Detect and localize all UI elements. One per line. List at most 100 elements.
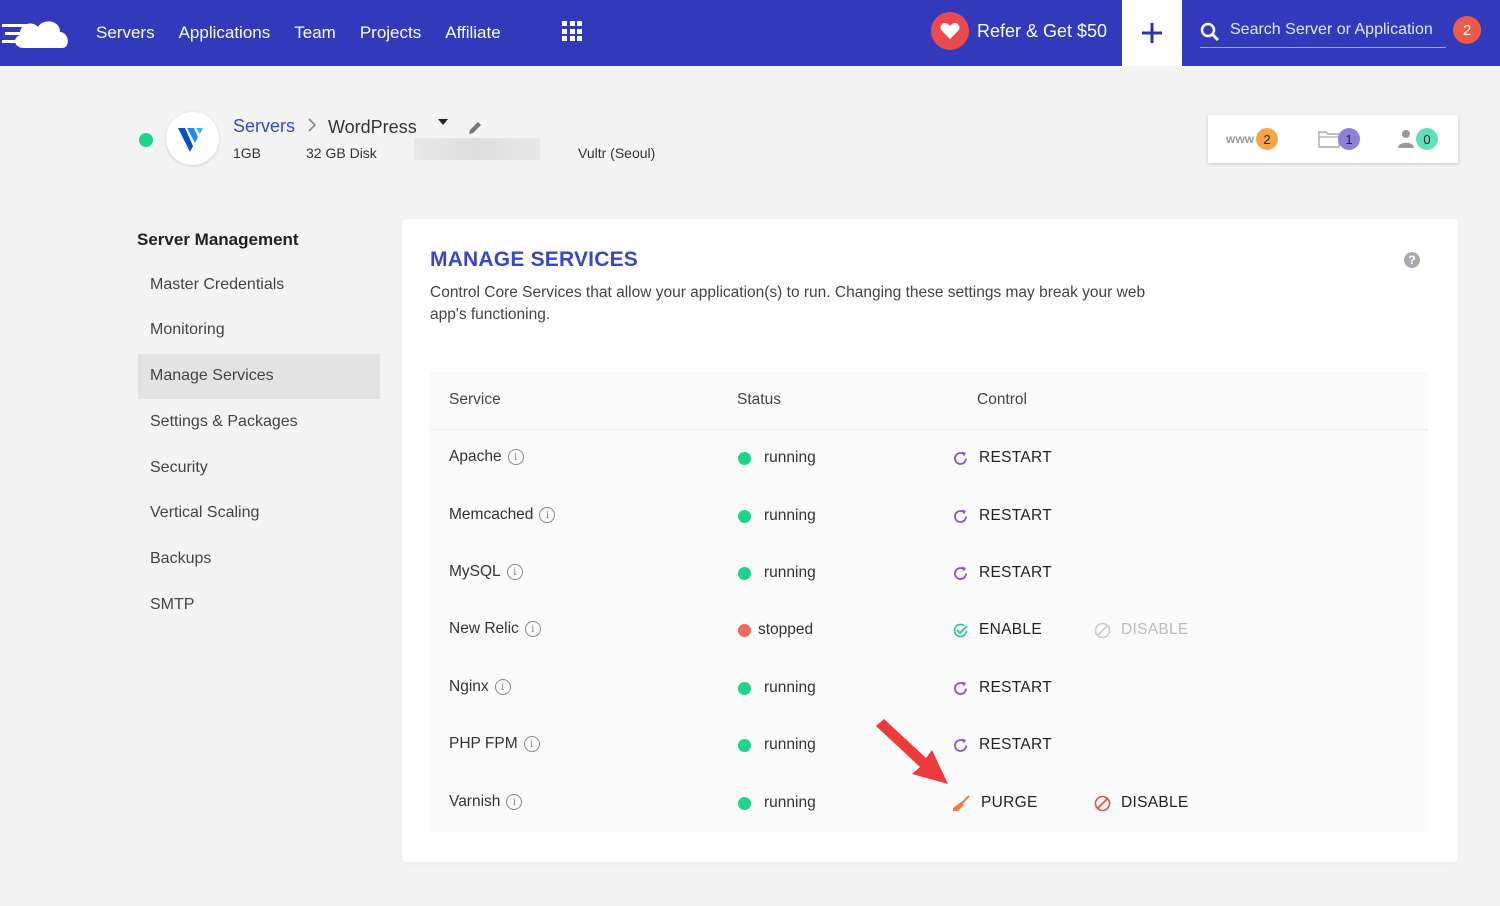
service-status: stopped — [738, 621, 813, 639]
server-ip-redacted — [414, 138, 540, 160]
ban-icon — [1094, 795, 1111, 811]
panel-description: Control Core Services that allow your ap… — [430, 284, 1146, 323]
www-icon: www — [1226, 132, 1255, 146]
status-running-dot — [738, 509, 751, 523]
info-icon[interactable]: i — [507, 449, 524, 465]
status-label: running — [764, 564, 816, 581]
status-label: running — [764, 794, 816, 811]
restart-button[interactable]: RESTART — [952, 564, 1052, 582]
nav-affiliate[interactable]: Affiliate — [445, 23, 500, 43]
restart-icon — [954, 738, 967, 752]
service-status: running — [738, 794, 816, 812]
table-row: Nginx i running RESTART — [430, 660, 1428, 718]
restart-icon — [954, 566, 967, 580]
enable-button[interactable]: ENABLE — [952, 621, 1042, 639]
status-label: running — [764, 679, 816, 696]
sidebar-item-security[interactable]: Security — [138, 445, 380, 490]
info-icon[interactable]: i — [523, 736, 540, 752]
search-input[interactable] — [1230, 16, 1444, 44]
service-status: running — [738, 679, 816, 697]
status-label: running — [764, 736, 816, 753]
service-name: PHP FPM i — [449, 735, 540, 753]
sidebar-item-manage-services[interactable]: Manage Services — [138, 353, 380, 399]
cloudways-logo-icon[interactable] — [2, 10, 74, 54]
server-status-dot — [139, 133, 153, 147]
info-icon[interactable]: i — [524, 621, 541, 637]
add-button[interactable] — [1122, 0, 1182, 66]
sidebar-item-monitoring[interactable]: Monitoring — [138, 308, 380, 353]
top-navbar: Servers Applications Team Projects Affil… — [0, 0, 1500, 66]
purge-button[interactable]: PURGE — [952, 794, 1038, 812]
apps-grid-icon[interactable] — [562, 21, 582, 41]
server-name[interactable]: WordPress — [328, 117, 417, 138]
panel-title: MANAGE SERVICES — [430, 248, 638, 271]
service-status: running — [738, 564, 816, 582]
restart-icon — [954, 451, 967, 465]
files-count[interactable]: 1 — [1318, 128, 1360, 150]
restart-label: RESTART — [979, 449, 1053, 466]
service-name: Memcached i — [449, 506, 556, 524]
status-label: stopped — [758, 621, 814, 638]
annotation-arrow-icon — [876, 719, 948, 784]
service-name-label: Apache — [449, 448, 502, 465]
sidebar-item-master-credentials[interactable]: Master Credentials — [138, 262, 380, 307]
help-icon[interactable]: ? — [1404, 252, 1420, 268]
sidebar-item-backups[interactable]: Backups — [138, 537, 380, 582]
restart-icon — [954, 681, 967, 695]
apps-count[interactable]: www 2 — [1226, 128, 1279, 150]
disable-label: DISABLE — [1121, 621, 1189, 638]
breadcrumb-servers-link[interactable]: Servers — [233, 116, 295, 137]
sidebar-menu: Master Credentials Monitoring Manage Ser… — [138, 262, 380, 628]
server-counts: www 2 1 0 — [1208, 115, 1458, 163]
status-running-dot — [738, 681, 751, 695]
server-ram: 1GB — [233, 145, 262, 161]
refer-button[interactable]: Refer & Get $50 — [931, 12, 1107, 50]
restart-label: RESTART — [979, 507, 1053, 524]
search-icon[interactable] — [1200, 22, 1220, 42]
info-icon[interactable]: i — [506, 794, 523, 810]
restart-label: RESTART — [979, 564, 1053, 581]
service-status: running — [738, 449, 816, 467]
plus-icon — [1142, 23, 1162, 43]
restart-button[interactable]: RESTART — [952, 449, 1052, 467]
folder-icon — [1318, 131, 1340, 148]
server-disk: 32 GB Disk — [306, 145, 377, 161]
nav-projects[interactable]: Projects — [360, 23, 421, 43]
users-count[interactable]: 0 — [1398, 128, 1438, 150]
ban-icon — [1094, 622, 1111, 638]
nav-applications[interactable]: Applications — [179, 23, 271, 43]
column-header-control: Control — [977, 391, 1027, 408]
service-name-label: PHP FPM — [449, 735, 518, 752]
info-icon[interactable]: i — [506, 564, 523, 580]
info-icon[interactable]: i — [539, 507, 556, 523]
service-status: running — [738, 507, 816, 525]
service-name: Varnish i — [449, 793, 523, 811]
refer-label: Refer & Get $50 — [977, 20, 1108, 41]
notification-badge[interactable]: 2 — [1453, 16, 1481, 44]
info-icon[interactable]: i — [494, 679, 511, 695]
sidebar-item-smtp[interactable]: SMTP — [138, 583, 380, 628]
restart-button[interactable]: RESTART — [952, 507, 1052, 525]
restart-button[interactable]: RESTART — [952, 679, 1052, 697]
sidebar-item-vertical-scaling[interactable]: Vertical Scaling — [138, 491, 380, 536]
edit-pencil-icon[interactable] — [468, 120, 483, 135]
service-name: Apache i — [449, 448, 524, 466]
server-dropdown-caret-icon[interactable] — [438, 119, 448, 125]
nav-team[interactable]: Team — [294, 23, 336, 43]
status-running-dot — [738, 566, 751, 580]
purge-label: PURGE — [981, 794, 1038, 811]
table-row: MySQL i running RESTART — [430, 545, 1428, 603]
restart-button[interactable]: RESTART — [952, 736, 1052, 754]
service-name: MySQL i — [449, 563, 523, 581]
service-name-label: MySQL — [449, 563, 501, 580]
status-running-dot — [738, 451, 751, 465]
status-running-dot — [738, 738, 751, 752]
nav-servers[interactable]: Servers — [96, 23, 155, 43]
table-row: Apache i running RESTART — [430, 430, 1428, 488]
status-label: running — [764, 507, 816, 524]
sidebar-item-settings-packages[interactable]: Settings & Packages — [138, 399, 380, 444]
files-count-badge: 1 — [1338, 128, 1360, 150]
service-name-label: Varnish — [449, 793, 501, 810]
server-provider: Vultr (Seoul) — [578, 145, 656, 161]
disable-button[interactable]: DISABLE — [1094, 794, 1189, 812]
